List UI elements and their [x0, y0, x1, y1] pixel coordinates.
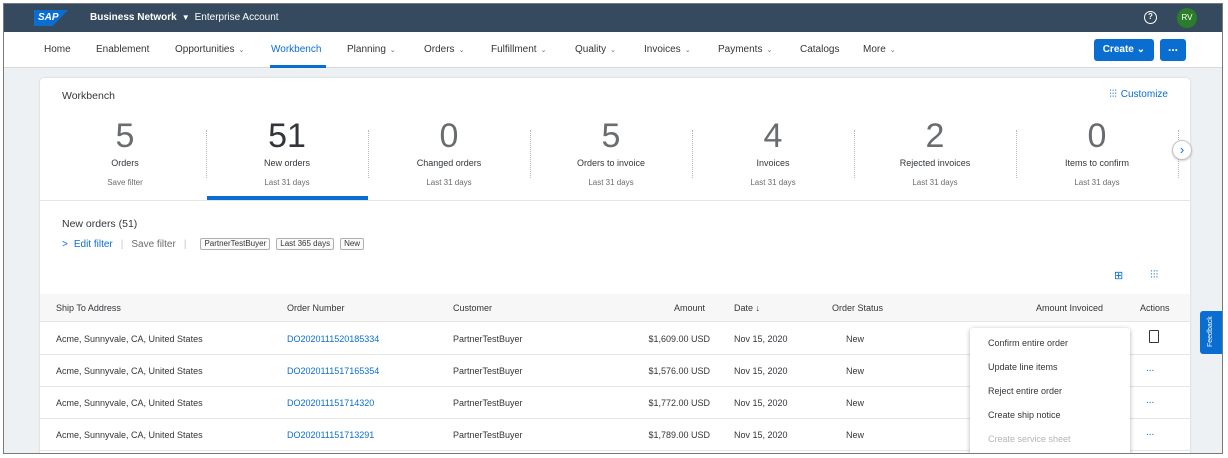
- feedback-button[interactable]: Feedback: [1200, 311, 1222, 354]
- nav-item-payments[interactable]: Payments ⌄: [718, 44, 772, 55]
- shell-bar: SAP Business Network ▼ Enterprise Accoun…: [4, 4, 1222, 32]
- tile-orders-to-invoice[interactable]: 5 Orders to invoice Last 31 days: [530, 118, 692, 198]
- customize-link[interactable]: ⫶⫶⫶ Customize: [1109, 89, 1168, 100]
- divider: |: [183, 238, 187, 250]
- chevron-down-icon: ⌄: [389, 47, 396, 54]
- chevron-right-icon: >: [62, 238, 68, 250]
- workbench-title: Workbench: [62, 90, 115, 102]
- col-order-number[interactable]: Order Number: [287, 303, 345, 313]
- nav-item-more[interactable]: More ⌄: [863, 44, 896, 55]
- divider: |: [120, 238, 124, 250]
- account-name: Enterprise Account: [194, 12, 279, 23]
- col-ship-to[interactable]: Ship To Address: [56, 303, 121, 313]
- order-number-link[interactable]: DO2020111517165354: [287, 366, 379, 376]
- tiles-divider: [40, 200, 1190, 201]
- nav-item-orders[interactable]: Orders ⌄: [424, 44, 464, 55]
- order-number-link[interactable]: DO2020111520185334: [287, 334, 379, 344]
- tile-orders[interactable]: 5 Orders Save filter: [44, 118, 206, 198]
- edit-filter-link[interactable]: > Edit filter: [62, 239, 113, 250]
- workbench-card: Workbench ⫶⫶⫶ Customize 5 Orders Save fil…: [40, 78, 1190, 453]
- tile-new-orders[interactable]: 51 New orders Last 31 days: [206, 118, 368, 198]
- table-settings-icon[interactable]: ⊞: [1114, 269, 1123, 282]
- tile-items-to-confirm[interactable]: 0 Items to confirm Last 31 days: [1016, 118, 1178, 198]
- menu-item-update-line-items[interactable]: Update line items: [988, 362, 1058, 372]
- app-frame: SAP Business Network ▼ Enterprise Accoun…: [3, 3, 1223, 454]
- row-actions-button[interactable]: ...: [1146, 395, 1154, 406]
- chevron-down-icon: ⌄: [540, 47, 547, 54]
- active-nav-indicator: [270, 65, 326, 68]
- col-customer[interactable]: Customer: [453, 303, 492, 313]
- filter-settings-icon[interactable]: ⫶⫶⫶: [1150, 269, 1158, 282]
- sort-descending-icon: ↓: [755, 303, 761, 313]
- nav-item-workbench[interactable]: Workbench: [271, 44, 321, 55]
- col-actions: Actions: [1140, 303, 1170, 313]
- more-actions-button[interactable]: ...: [1160, 39, 1186, 61]
- filter-chip-buyer[interactable]: PartnerTestBuyer: [200, 238, 271, 250]
- chevron-down-icon: ⌄: [766, 47, 773, 54]
- nav-item-catalogs[interactable]: Catalogs: [800, 44, 839, 55]
- col-amount[interactable]: Amount: [674, 303, 705, 313]
- save-filter-link[interactable]: Save filter: [131, 239, 175, 250]
- col-order-status[interactable]: Order Status: [832, 303, 883, 313]
- nav-item-quality[interactable]: Quality ⌄: [575, 44, 616, 55]
- help-icon[interactable]: ?: [1144, 11, 1157, 24]
- menu-item-confirm-order[interactable]: Confirm entire order: [988, 338, 1068, 348]
- filter-bar: > Edit filter | Save filter | PartnerTest…: [62, 238, 365, 250]
- product-name: Business Network: [90, 12, 177, 23]
- menu-item-create-service-sheet: Create service sheet: [988, 434, 1071, 444]
- document-icon[interactable]: [1149, 330, 1159, 343]
- nav-item-home[interactable]: Home: [44, 44, 71, 55]
- caret-down-icon: ▼: [181, 13, 190, 22]
- actions-menu: Confirm entire order Update line items R…: [970, 328, 1130, 453]
- table-header: Ship To Address Order Number Customer Am…: [40, 294, 1190, 322]
- nav-item-opportunities[interactable]: Opportunities ⌄: [175, 44, 244, 55]
- order-number-link[interactable]: DO202011151713291: [287, 430, 374, 440]
- menu-item-reject-order[interactable]: Reject entire order: [988, 386, 1062, 396]
- order-number-link[interactable]: DO202011151714320: [287, 398, 374, 408]
- create-button[interactable]: Create ⌄: [1093, 39, 1154, 61]
- tile-rejected-invoices[interactable]: 2 Rejected invoices Last 31 days: [854, 118, 1016, 198]
- chevron-down-icon: ⌄: [889, 47, 896, 54]
- chevron-right-icon[interactable]: ›: [1172, 140, 1192, 160]
- chevron-down-icon: ⌄: [458, 47, 465, 54]
- filter-chip-date[interactable]: Last 365 days: [276, 238, 335, 250]
- col-date[interactable]: Date ↓: [734, 303, 760, 313]
- sap-logo[interactable]: SAP: [34, 10, 68, 26]
- avatar[interactable]: RV: [1177, 8, 1197, 28]
- customize-icon: ⫶⫶⫶: [1109, 89, 1117, 100]
- chevron-down-icon: ⌄: [238, 47, 245, 54]
- top-navigation: Home Enablement Opportunities ⌄ Workbench…: [4, 32, 1222, 68]
- nav-item-fulfillment[interactable]: Fulfillment ⌄: [491, 44, 546, 55]
- product-switcher[interactable]: Business Network ▼ Enterprise Account: [90, 12, 279, 23]
- row-actions-button[interactable]: ...: [1146, 427, 1154, 438]
- nav-item-enablement[interactable]: Enablement: [96, 44, 149, 55]
- row-actions-button[interactable]: ...: [1146, 363, 1154, 374]
- filter-chip-status[interactable]: New: [340, 238, 365, 250]
- tile-changed-orders[interactable]: 0 Changed orders Last 31 days: [368, 118, 530, 198]
- chevron-down-icon: ⌄: [610, 47, 616, 54]
- nav-item-invoices[interactable]: Invoices ⌄: [644, 44, 691, 55]
- tile-invoices[interactable]: 4 Invoices Last 31 days: [692, 118, 854, 198]
- nav-item-planning[interactable]: Planning ⌄: [347, 44, 396, 55]
- section-title: New orders (51): [62, 218, 138, 230]
- chevron-down-icon: ⌄: [684, 47, 691, 54]
- col-amount-invoiced[interactable]: Amount Invoiced: [1036, 303, 1103, 313]
- menu-item-create-ship-notice[interactable]: Create ship notice: [988, 410, 1061, 420]
